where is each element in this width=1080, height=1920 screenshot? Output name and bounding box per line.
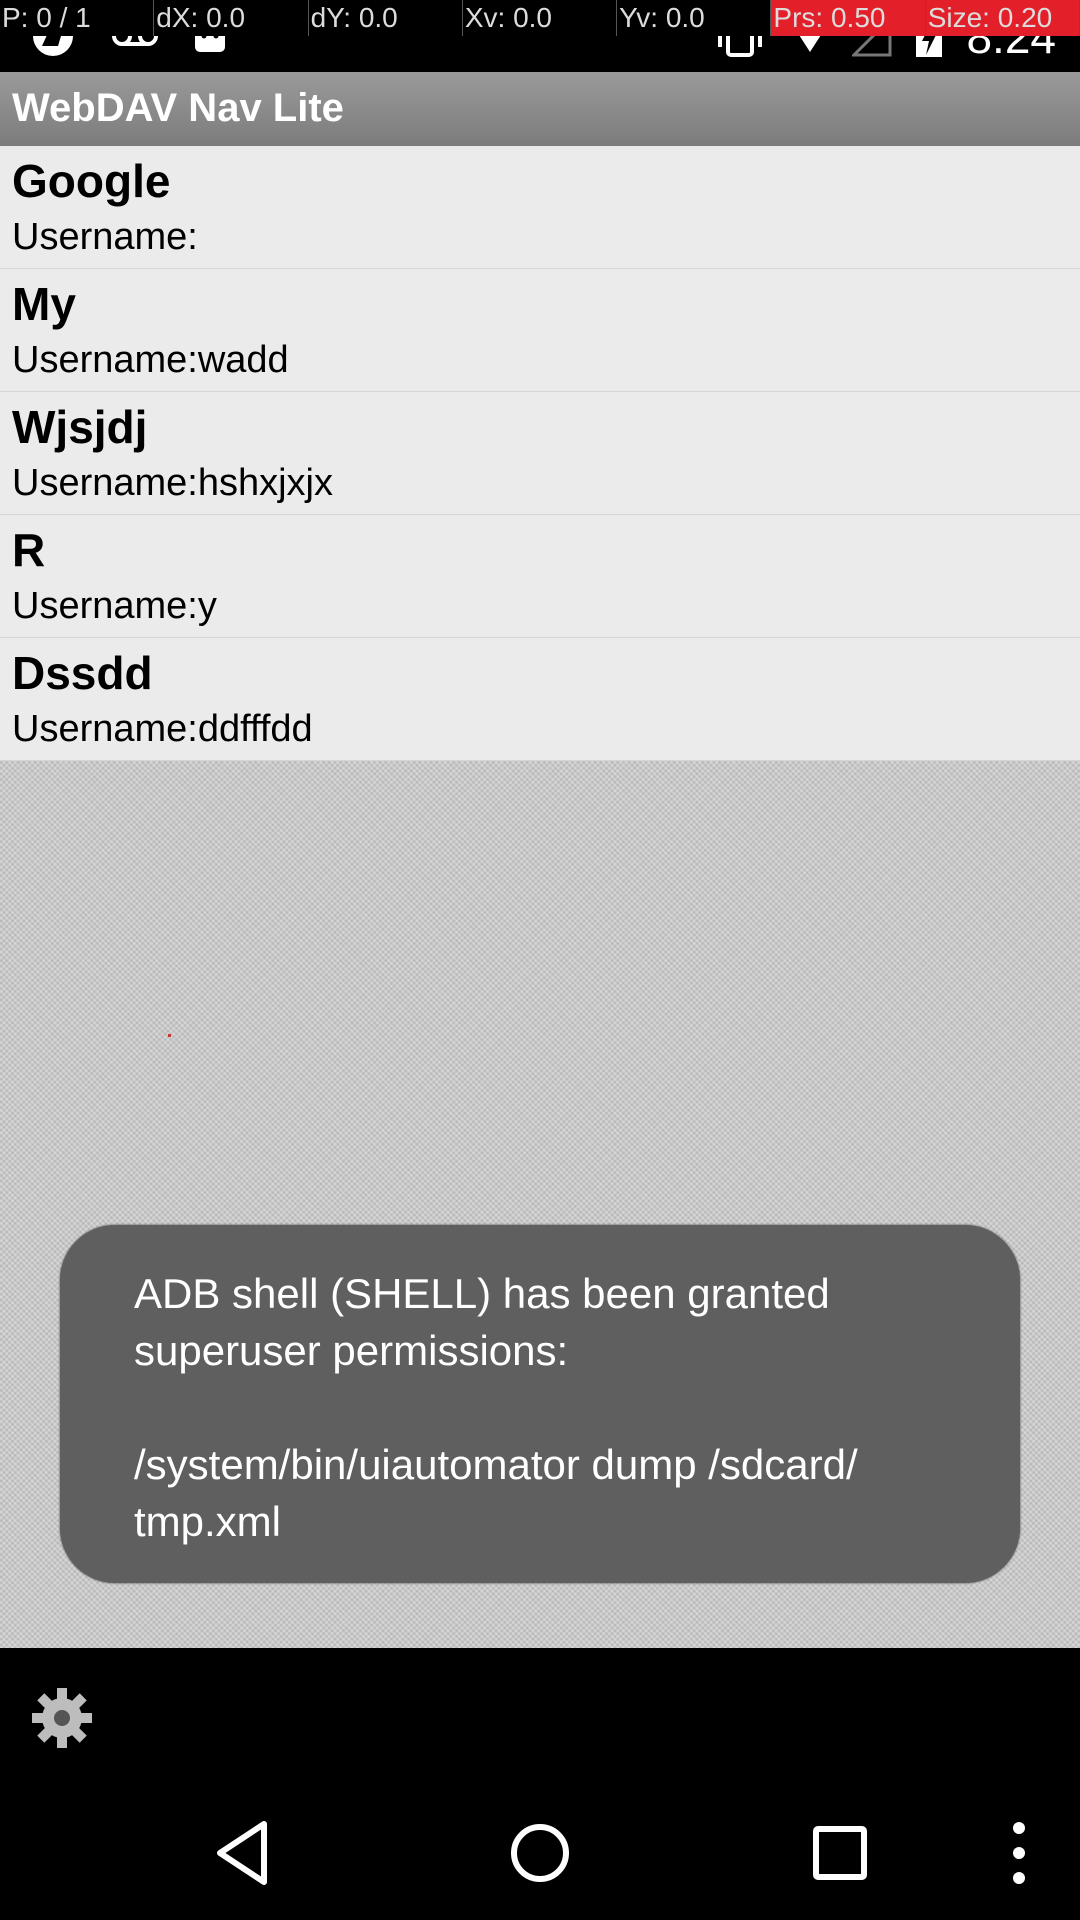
server-name: My: [12, 278, 76, 330]
server-name: R: [12, 524, 46, 576]
delta-x: dX: 0.0: [154, 0, 309, 36]
server-name: Wjsjdj: [12, 401, 148, 453]
app-bar: WebDAV Nav Lite: [0, 72, 1080, 146]
server-item-wjsjdj[interactable]: Wjsjdj Username:hshxjxjx: [0, 392, 1080, 515]
velocity-x: Xv: 0.0: [463, 0, 618, 36]
server-name: Dssdd: [12, 647, 153, 699]
server-username: Username:wadd: [12, 339, 289, 381]
navigation-bar: [0, 1788, 1080, 1920]
velocity-y: Yv: 0.0: [617, 0, 772, 36]
recents-icon[interactable]: [810, 1818, 870, 1888]
overflow-menu-icon[interactable]: [1004, 1818, 1034, 1888]
server-username: Username:: [12, 216, 198, 258]
bottom-toolbar: [0, 1648, 1080, 1788]
server-item-my[interactable]: My Username:wadd: [0, 269, 1080, 392]
gear-icon[interactable]: [30, 1686, 94, 1750]
back-icon[interactable]: [212, 1818, 272, 1888]
server-username: Username:ddfffdd: [12, 708, 313, 750]
server-item-r[interactable]: R Username:y: [0, 515, 1080, 638]
server-username: Username:y: [12, 585, 217, 627]
pointer-location-overlay: P: 0 / 1 dX: 0.0 dY: 0.0 Xv: 0.0 Yv: 0.0…: [0, 0, 1080, 36]
server-item-google[interactable]: Google Username:: [0, 146, 1080, 269]
pressure: Prs: 0.50: [771, 0, 926, 36]
app-title: WebDAV Nav Lite: [12, 86, 344, 130]
pointer-count: P: 0 / 1: [0, 0, 155, 36]
toast-message: ADB shell (SHELL) has been granted super…: [134, 1270, 858, 1545]
touch-marker: [168, 1034, 171, 1037]
home-icon[interactable]: [508, 1818, 572, 1888]
delta-y: dY: 0.0: [309, 0, 463, 36]
server-name: Google: [12, 155, 171, 207]
server-list: Google Username: My Username:wadd Wjsjdj…: [0, 146, 1080, 761]
touch-size: Size: 0.20: [925, 0, 1080, 36]
server-username: Username:hshxjxjx: [12, 462, 333, 504]
server-item-dssdd[interactable]: Dssdd Username:ddfffdd: [0, 638, 1080, 761]
superuser-toast: ADB shell (SHELL) has been granted super…: [60, 1225, 1020, 1583]
